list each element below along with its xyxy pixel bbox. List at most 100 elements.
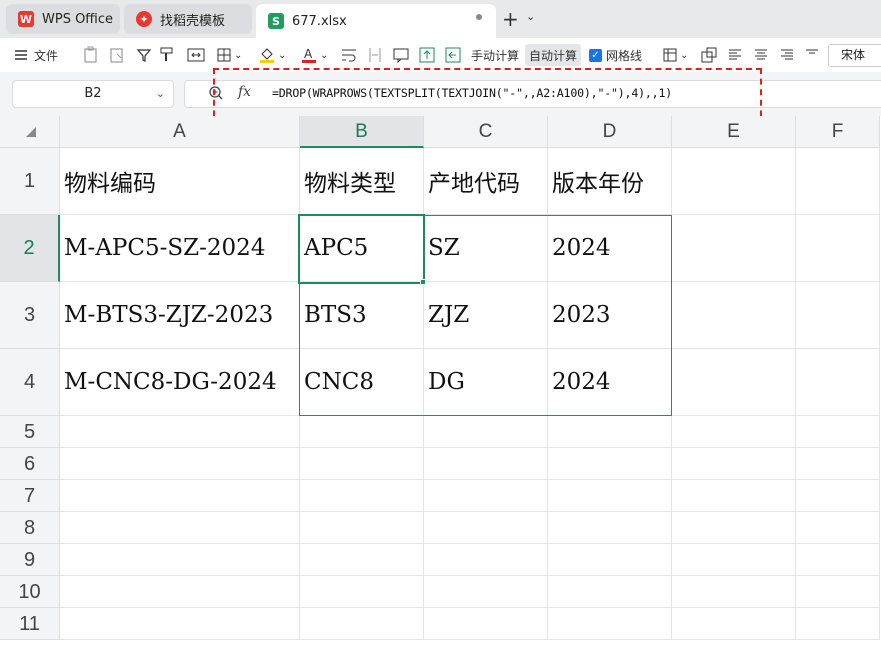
cell-c2[interactable]: SZ — [424, 215, 548, 282]
cell-f5[interactable] — [796, 416, 880, 448]
row-header-9[interactable]: 9 — [0, 544, 60, 576]
column-header-d[interactable]: D — [548, 116, 672, 148]
cell-b2[interactable]: APC5 — [300, 215, 424, 282]
cell-b11[interactable] — [300, 608, 424, 640]
cell-f10[interactable] — [796, 576, 880, 608]
cell-d1[interactable]: 版本年份 — [548, 148, 672, 215]
borders-button[interactable]: ⌄ — [216, 44, 242, 66]
cell-e11[interactable] — [672, 608, 796, 640]
cell-d3[interactable]: 2023 — [548, 282, 672, 349]
column-header-a[interactable]: A — [60, 116, 300, 148]
cell-d2[interactable]: 2024 — [548, 215, 672, 282]
fill-handle[interactable] — [420, 279, 426, 285]
cell-c5[interactable] — [424, 416, 548, 448]
cell-c10[interactable] — [424, 576, 548, 608]
cell-a2[interactable]: M-APC5-SZ-2024 — [60, 215, 300, 282]
row-header-6[interactable]: 6 — [0, 448, 60, 480]
checkbox-checked-icon[interactable]: ✓ — [589, 48, 602, 62]
text-wrap-button[interactable] — [340, 44, 358, 66]
cell-d8[interactable] — [548, 512, 672, 544]
name-box[interactable]: B2 ⌄ — [12, 80, 174, 108]
cell-f4[interactable] — [796, 349, 880, 416]
cell-b3[interactable]: BTS3 — [300, 282, 424, 349]
tab-close-icon[interactable] — [476, 14, 482, 20]
cell-b8[interactable] — [300, 512, 424, 544]
format-painter-button[interactable] — [158, 44, 176, 66]
new-tab-plus-icon[interactable]: + — [502, 7, 519, 31]
cell-e7[interactable] — [672, 480, 796, 512]
cell-a10[interactable] — [60, 576, 300, 608]
cell-f7[interactable] — [796, 480, 880, 512]
freeze-button[interactable] — [418, 44, 436, 66]
cell-a8[interactable] — [60, 512, 300, 544]
cell-d11[interactable] — [548, 608, 672, 640]
spreadsheet-grid[interactable]: A B C D E F 1 物料编码 物料类型 产地代码 版本年份 2 M-APC5-SZ-2024 AP… — [0, 116, 881, 649]
paste-values-button[interactable] — [82, 44, 100, 66]
row-header-4[interactable]: 4 — [0, 349, 60, 416]
cell-style-button[interactable] — [700, 44, 718, 66]
cell-a1[interactable]: 物料编码 — [60, 148, 300, 215]
cell-e9[interactable] — [672, 544, 796, 576]
tab-677-xlsx[interactable]: S 677.xlsx — [256, 4, 496, 38]
cell-c4[interactable]: DG — [424, 349, 548, 416]
cell-a5[interactable] — [60, 416, 300, 448]
file-menu-button[interactable]: 文件 — [14, 44, 58, 66]
column-header-c[interactable]: C — [424, 116, 548, 148]
cell-e4[interactable] — [672, 349, 796, 416]
fill-color-button[interactable]: ⌄ — [258, 44, 286, 66]
cell-d10[interactable] — [548, 576, 672, 608]
cell-e1[interactable] — [672, 148, 796, 215]
cell-f8[interactable] — [796, 512, 880, 544]
cell-b6[interactable] — [300, 448, 424, 480]
cell-b10[interactable] — [300, 576, 424, 608]
cell-b7[interactable] — [300, 480, 424, 512]
name-box-chevron-down-icon[interactable]: ⌄ — [156, 81, 165, 107]
column-header-b[interactable]: B — [300, 116, 424, 148]
align-center-button[interactable] — [754, 44, 768, 66]
cell-a11[interactable] — [60, 608, 300, 640]
select-all-corner[interactable] — [0, 116, 60, 148]
align-top-button[interactable] — [805, 44, 819, 66]
table-style-button[interactable]: ⌄ — [662, 44, 688, 66]
row-header-2[interactable]: 2 — [0, 215, 60, 282]
cell-c6[interactable] — [424, 448, 548, 480]
cell-c3[interactable]: ZJZ — [424, 282, 548, 349]
merge-cells-button[interactable] — [186, 44, 206, 66]
cell-f11[interactable] — [796, 608, 880, 640]
cell-a7[interactable] — [60, 480, 300, 512]
cell-e10[interactable] — [672, 576, 796, 608]
font-color-button[interactable]: A ⌄ — [300, 44, 328, 66]
align-right-button[interactable] — [780, 44, 794, 66]
column-header-e[interactable]: E — [672, 116, 796, 148]
comment-button[interactable] — [392, 44, 410, 66]
cell-a3[interactable]: M-BTS3-ZJZ-2023 — [60, 282, 300, 349]
cell-f3[interactable] — [796, 282, 880, 349]
gridlines-toggle[interactable]: ✓ 网格线 — [589, 44, 642, 66]
cell-d6[interactable] — [548, 448, 672, 480]
auto-calc-button[interactable]: 自动计算 — [525, 44, 582, 66]
cell-e2[interactable] — [672, 215, 796, 282]
cell-c1[interactable]: 产地代码 — [424, 148, 548, 215]
cell-e6[interactable] — [672, 448, 796, 480]
cell-b4[interactable]: CNC8 — [300, 349, 424, 416]
cell-b5[interactable] — [300, 416, 424, 448]
cell-c8[interactable] — [424, 512, 548, 544]
filter-button[interactable] — [136, 44, 152, 66]
cell-a9[interactable] — [60, 544, 300, 576]
align-left-button[interactable] — [728, 44, 742, 66]
row-header-7[interactable]: 7 — [0, 480, 60, 512]
cell-d7[interactable] — [548, 480, 672, 512]
row-header-3[interactable]: 3 — [0, 282, 60, 349]
cell-c7[interactable] — [424, 480, 548, 512]
cell-f9[interactable] — [796, 544, 880, 576]
cell-a6[interactable] — [60, 448, 300, 480]
tab-wps-office[interactable]: W WPS Office — [6, 4, 120, 34]
font-name-select[interactable]: 宋体 — [828, 44, 881, 67]
cell-d4[interactable]: 2024 — [548, 349, 672, 416]
split-button[interactable] — [444, 44, 462, 66]
cell-c11[interactable] — [424, 608, 548, 640]
row-header-5[interactable]: 5 — [0, 416, 60, 448]
cell-e3[interactable] — [672, 282, 796, 349]
cell-e8[interactable] — [672, 512, 796, 544]
cell-b9[interactable] — [300, 544, 424, 576]
